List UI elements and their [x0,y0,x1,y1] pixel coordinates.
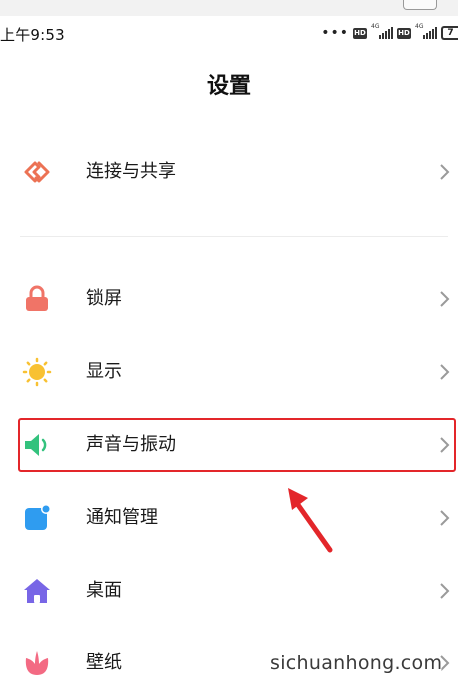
status-time: 上午9:53 [0,26,65,44]
chevron-right-icon [440,583,450,599]
signal-icon-2: 4G [415,23,437,39]
home-icon [24,579,50,603]
settings-item-label: 显示 [86,361,122,382]
connection-share-icon [24,161,50,183]
settings-item-lock-screen[interactable]: 锁屏 [0,269,458,329]
notification-icon [25,504,51,530]
more-dots-icon: ••• [321,25,349,41]
chevron-right-icon [440,364,450,380]
hd-icon-2: HD [397,27,411,39]
flower-icon [25,651,49,675]
battery-icon: 7 [441,26,458,40]
settings-item-label: 锁屏 [86,288,122,309]
chevron-right-icon [440,510,450,526]
settings-item-label: 桌面 [86,580,122,601]
chevron-right-icon [440,164,450,180]
top-tab-shape [403,0,437,10]
settings-item-connection-share[interactable]: 连接与共享 [0,142,458,202]
settings-item-notifications[interactable]: 通知管理 [0,488,458,548]
network-type-label-2: 4G [415,23,424,30]
hd-icon: HD [353,27,367,39]
settings-item-label: 连接与共享 [86,161,176,182]
status-icons: ••• HD 4G HD 4G 7 [321,23,458,41]
section-divider [20,236,448,237]
network-type-label: 4G [371,23,380,30]
signal-icon: 4G [371,23,393,39]
settings-item-home-screen[interactable]: 桌面 [0,561,458,621]
top-edge-strip [0,0,458,16]
watermark: sichuanhong.com [270,652,443,674]
settings-item-label: 壁纸 [86,652,122,673]
page-title: 设置 [206,74,251,99]
status-bar: 上午9:53 ••• HD 4G HD 4G 7 [0,16,458,50]
lock-icon [26,285,48,311]
highlight-box [18,418,456,472]
settings-item-label: 通知管理 [86,507,158,528]
settings-item-display[interactable]: 显示 [0,342,458,402]
chevron-right-icon [440,291,450,307]
sun-icon [22,357,52,387]
annotation-arrow-icon [288,488,333,553]
